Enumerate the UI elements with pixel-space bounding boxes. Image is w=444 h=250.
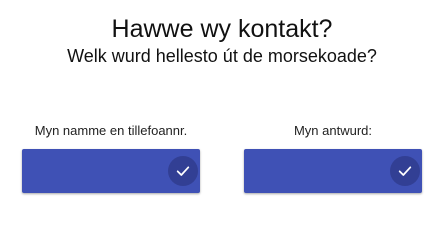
name-phone-label: Myn namme en tillefoannr. bbox=[34, 123, 188, 138]
page-title: Hawwe wy kontakt? bbox=[111, 15, 333, 43]
check-icon bbox=[398, 166, 412, 176]
name-phone-submit-button[interactable] bbox=[168, 156, 198, 186]
answer-submit-button[interactable] bbox=[390, 156, 420, 186]
name-phone-field[interactable] bbox=[22, 149, 200, 193]
answer-label: Myn antwurd: bbox=[293, 123, 373, 138]
check-icon bbox=[176, 166, 190, 176]
answer-field[interactable] bbox=[244, 149, 422, 193]
page-subtitle: Welk wurd hellesto út de morsekoade? bbox=[67, 46, 377, 66]
